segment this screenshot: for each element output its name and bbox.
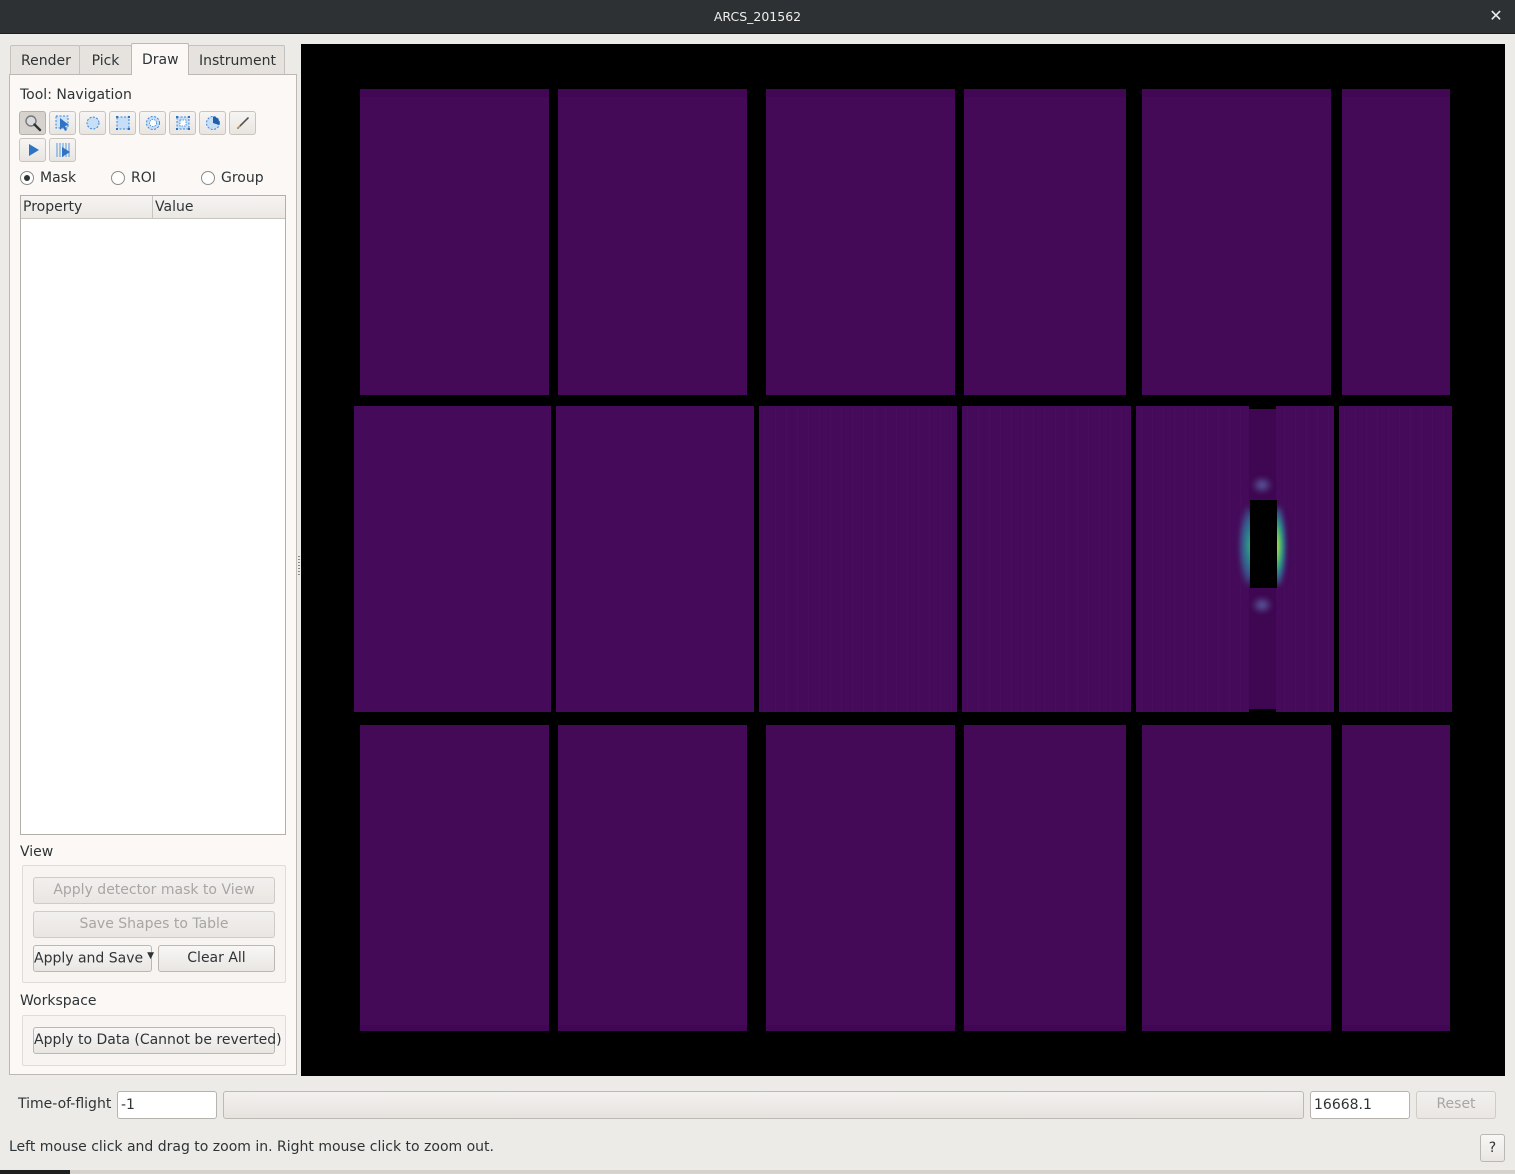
save-shapes-to-table-button[interactable]: Save Shapes to Table — [33, 911, 275, 938]
radio-group-label: Group — [221, 170, 264, 186]
radio-roi-indicator[interactable] — [111, 171, 125, 185]
pixel-select-icon — [28, 144, 39, 156]
draw-rectangle-icon — [115, 116, 130, 130]
detector-panel[interactable] — [360, 725, 549, 1031]
apply-detector-mask-button[interactable]: Apply detector mask to View — [33, 877, 275, 904]
tof-min-input[interactable] — [117, 1091, 217, 1119]
draw-sector-icon — [205, 116, 220, 130]
zoom-navigation-button[interactable] — [19, 111, 46, 135]
tof-range-slider[interactable] — [223, 1091, 1304, 1119]
property-table-header: Property Value — [21, 196, 285, 219]
radio-mask-indicator[interactable] — [20, 171, 34, 185]
status-message: Left mouse click and drag to zoom in. Ri… — [9, 1139, 494, 1155]
draw-tab-panel: Tool: Navigation Mask ROI Group Property… — [9, 74, 297, 1075]
detector-panel[interactable] — [1339, 406, 1452, 712]
detector-panel[interactable] — [1342, 89, 1450, 395]
column-header-property[interactable]: Property — [21, 196, 153, 218]
edit-select-button[interactable] — [49, 111, 76, 135]
detector-panel[interactable] — [962, 406, 1131, 712]
draw-freehand-button[interactable] — [229, 111, 256, 135]
tof-reset-button[interactable]: Reset — [1416, 1091, 1496, 1119]
workspace-section-label: Workspace — [20, 993, 97, 1009]
radio-mask-label: Mask — [40, 170, 77, 186]
pixel-select-button[interactable] — [19, 138, 46, 162]
instrument-3d-view[interactable] — [301, 44, 1505, 1076]
radio-roi-label: ROI — [131, 170, 156, 186]
splitter-grip-icon — [298, 556, 300, 576]
tube-select-icon — [55, 143, 70, 157]
draw-ellipse-icon — [86, 116, 99, 130]
draw-sector-button[interactable] — [199, 111, 226, 135]
detector-panel[interactable] — [360, 89, 549, 395]
detector-panel[interactable] — [759, 406, 957, 712]
beam-halo-upper — [1251, 476, 1273, 494]
radio-group[interactable]: Group — [201, 170, 264, 186]
detector-panel[interactable] — [1142, 725, 1331, 1031]
column-header-value[interactable]: Value — [153, 196, 285, 218]
apply-and-save-dropdown[interactable]: Apply and Save ▼ — [33, 945, 155, 972]
beamstop-mask — [1250, 500, 1277, 588]
beam-halo-lower — [1251, 596, 1273, 614]
tab-render[interactable]: Render — [10, 45, 80, 75]
window-title: ARCS_201562 — [713, 9, 802, 24]
tof-max-input[interactable] — [1310, 1091, 1410, 1119]
draw-freehand-icon — [236, 117, 249, 129]
tab-pick[interactable]: Pick — [79, 45, 132, 75]
detector-panel[interactable] — [354, 406, 551, 712]
draw-rectangle-button[interactable] — [109, 111, 136, 135]
radio-mask[interactable]: Mask — [20, 170, 76, 186]
tab-instrument[interactable]: Instrument — [188, 45, 285, 75]
current-tool-label: Tool: Navigation — [20, 87, 132, 103]
mode-radio-group: Mask ROI Group — [20, 170, 290, 190]
clear-all-button[interactable]: Clear All — [158, 945, 275, 972]
detector-panel[interactable] — [1342, 725, 1450, 1031]
detector-panel[interactable] — [556, 406, 754, 712]
detector-panel[interactable] — [766, 89, 955, 395]
draw-ellipse-button[interactable] — [79, 111, 106, 135]
view-groupbox: Apply detector mask to View Save Shapes … — [22, 865, 286, 983]
tube-select-button[interactable] — [49, 138, 76, 162]
close-icon[interactable]: ✕ — [1487, 7, 1505, 25]
workspace-groupbox: Apply to Data (Cannot be reverted) — [22, 1015, 286, 1066]
detector-panel[interactable] — [558, 89, 747, 395]
control-tabs: Render Pick Draw Instrument — [10, 43, 285, 75]
radio-group-indicator[interactable] — [201, 171, 215, 185]
detector-panel[interactable] — [766, 725, 955, 1031]
draw-ring-rectangle-icon — [175, 116, 190, 130]
tab-draw[interactable]: Draw — [131, 43, 189, 75]
detector-panel[interactable] — [558, 725, 747, 1031]
zoom-navigation-icon — [24, 115, 41, 132]
beamstop-top-gap — [1249, 406, 1276, 409]
detector-panel[interactable] — [1136, 406, 1334, 712]
draw-ring-ellipse-button[interactable] — [139, 111, 166, 135]
apply-and-save-label: Apply and Save — [34, 950, 144, 967]
chevron-down-icon: ▼ — [147, 951, 155, 961]
detector-panel[interactable] — [964, 725, 1126, 1031]
beamstop-bottom-gap — [1249, 709, 1276, 712]
draw-ring-rectangle-button[interactable] — [169, 111, 196, 135]
time-of-flight-label: Time-of-flight — [18, 1096, 112, 1112]
radio-roi[interactable]: ROI — [111, 170, 156, 186]
edit-select-icon — [55, 115, 69, 131]
help-button[interactable]: ? — [1480, 1134, 1505, 1162]
apply-to-data-button[interactable]: Apply to Data (Cannot be reverted) — [33, 1027, 282, 1054]
detector-panel[interactable] — [1142, 89, 1331, 395]
detector-panel[interactable] — [964, 89, 1126, 395]
window-titlebar: ARCS_201562 ✕ — [0, 0, 1515, 34]
view-section-label: View — [20, 844, 54, 860]
draw-ring-ellipse-icon — [145, 116, 160, 130]
shape-property-table[interactable]: Property Value — [20, 195, 286, 835]
window-bottom-edge — [0, 1170, 1515, 1174]
